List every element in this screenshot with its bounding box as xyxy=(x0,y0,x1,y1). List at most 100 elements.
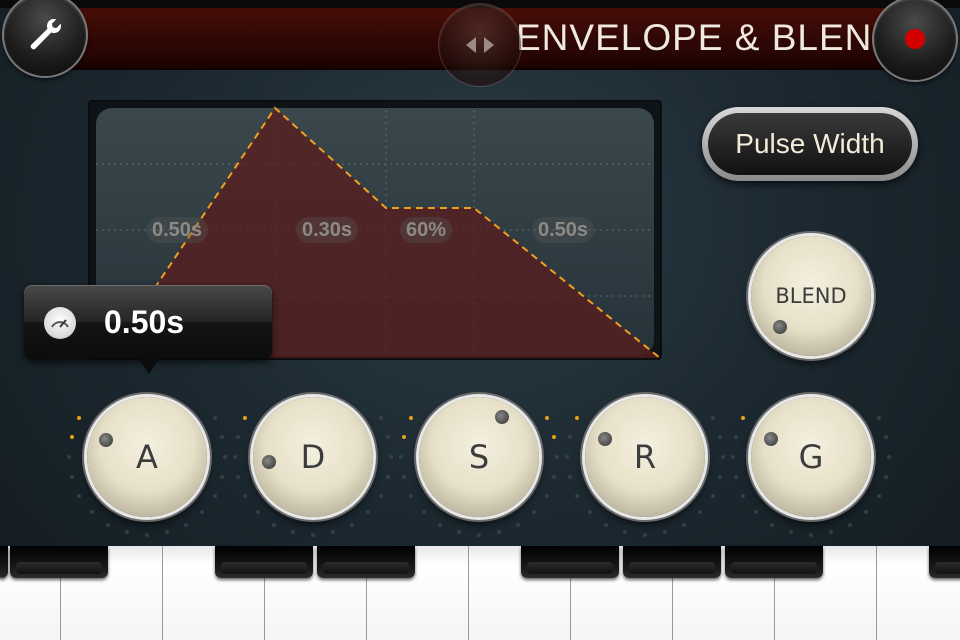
knob-tick-mark xyxy=(145,533,149,537)
tooltip-pointer xyxy=(138,358,160,374)
knob-tick-mark xyxy=(497,530,502,535)
knob-tick-mark xyxy=(575,494,580,498)
gain-knob[interactable]: G xyxy=(751,397,871,517)
record-button[interactable] xyxy=(874,0,956,80)
gauge-icon xyxy=(44,307,76,339)
knob-tick-mark xyxy=(552,475,557,480)
knob-tick-mark xyxy=(477,533,481,537)
release-knob[interactable]: R xyxy=(585,397,705,517)
knob-tick-mark xyxy=(350,522,354,527)
swap-page-button[interactable] xyxy=(439,4,521,86)
knob-tick-mark xyxy=(212,416,217,420)
knob-tick-mark xyxy=(212,494,217,498)
knob-tick-mark xyxy=(733,434,738,439)
knob-tick-mark xyxy=(884,434,889,439)
blend-knob[interactable]: BLEND xyxy=(751,236,871,356)
knob-tick-mark xyxy=(200,510,205,515)
knob-tick-mark xyxy=(733,475,738,480)
release-time-label: 0.50s xyxy=(532,217,595,243)
knob-tick-mark xyxy=(587,510,592,515)
sustain-knob[interactable]: S xyxy=(419,397,539,517)
knob-tick-mark xyxy=(731,455,735,459)
knob-tick-mark xyxy=(663,530,668,535)
knob-tick-mark xyxy=(555,455,559,459)
knob-tick-mark xyxy=(567,475,572,480)
release-knob-label: R xyxy=(633,438,657,476)
blend-knob-label: BLEND xyxy=(775,284,847,308)
knob-tick-mark xyxy=(604,522,608,527)
knob-tick-mark xyxy=(106,522,110,527)
knob-tick-mark xyxy=(876,494,881,498)
decay-time-label: 0.30s xyxy=(296,217,359,243)
knob-tick-mark xyxy=(243,494,248,498)
knob-tick-mark xyxy=(401,434,406,439)
knob-tick-mark xyxy=(378,416,383,420)
piano-black-key[interactable] xyxy=(929,546,960,578)
knob-indicator xyxy=(99,433,113,447)
knob-tick-mark xyxy=(864,510,869,515)
attack-knob-label: A xyxy=(136,438,158,476)
knob-tick-mark xyxy=(409,494,414,498)
piano-black-key[interactable] xyxy=(0,546,8,578)
knob-tick-mark xyxy=(753,510,758,515)
knob-tick-mark xyxy=(69,475,74,480)
knob-indicator xyxy=(262,455,276,469)
knob-tick-mark xyxy=(89,510,94,515)
knob-tick-mark xyxy=(456,530,461,535)
record-dot-icon xyxy=(905,29,925,49)
knob-tick-mark xyxy=(233,455,237,459)
knob-tick-mark xyxy=(366,510,371,515)
knob-tick-mark xyxy=(544,416,549,420)
knob-tick-mark xyxy=(331,530,336,535)
knob-tick-mark xyxy=(290,530,295,535)
knob-tick-mark xyxy=(552,434,557,439)
knob-tick-mark xyxy=(401,475,406,480)
left-right-arrows-icon xyxy=(466,37,494,53)
knob-tick-mark xyxy=(575,416,580,420)
knob-indicator xyxy=(598,432,612,446)
knob-tick-mark xyxy=(399,455,403,459)
knob-tick-mark xyxy=(532,510,537,515)
piano-black-key[interactable] xyxy=(623,546,721,578)
knob-tick-mark xyxy=(884,475,889,480)
knob-tick-mark xyxy=(809,533,813,537)
knob-tick-mark xyxy=(721,455,725,459)
knob-tick-mark xyxy=(184,522,188,527)
piano-black-key[interactable] xyxy=(317,546,415,578)
knob-tick-mark xyxy=(220,475,225,480)
knob-tick-mark xyxy=(770,522,774,527)
attack-time-label: 0.50s xyxy=(146,217,209,243)
knob-tick-mark xyxy=(718,434,723,439)
knob-indicator xyxy=(773,320,787,334)
knob-indicator xyxy=(495,410,509,424)
tooltip-value: 0.50s xyxy=(104,304,185,340)
knob-tick-mark xyxy=(272,522,276,527)
knob-tick-mark xyxy=(235,434,240,439)
decay-knob-label: D xyxy=(300,438,326,476)
knob-tick-mark xyxy=(69,434,74,439)
attack-knob[interactable]: A xyxy=(87,397,207,517)
knob-tick-mark xyxy=(829,530,834,535)
piano-black-key[interactable] xyxy=(725,546,823,578)
knob-tick-mark xyxy=(409,416,414,420)
piano-black-key[interactable] xyxy=(215,546,313,578)
piano-black-key[interactable] xyxy=(10,546,108,578)
gain-knob-label: G xyxy=(798,438,824,476)
knob-tick-mark xyxy=(698,510,703,515)
knob-tick-mark xyxy=(718,475,723,480)
knob-tick-mark xyxy=(77,416,82,420)
decay-knob[interactable]: D xyxy=(253,397,373,517)
knob-tick-mark xyxy=(223,455,227,459)
knob-tick-mark xyxy=(124,530,129,535)
knob-tick-mark xyxy=(643,533,647,537)
piano-keyboard xyxy=(0,546,960,640)
pulse-width-label: Pulse Width xyxy=(708,113,912,175)
knob-tick-mark xyxy=(565,455,569,459)
pulse-width-button[interactable]: Pulse Width xyxy=(702,107,918,181)
sustain-knob-label: S xyxy=(468,438,490,476)
knob-tick-mark xyxy=(378,494,383,498)
knob-tick-mark xyxy=(567,434,572,439)
piano-black-key[interactable] xyxy=(521,546,619,578)
knob-tick-mark xyxy=(67,455,71,459)
knob-tick-mark xyxy=(235,475,240,480)
